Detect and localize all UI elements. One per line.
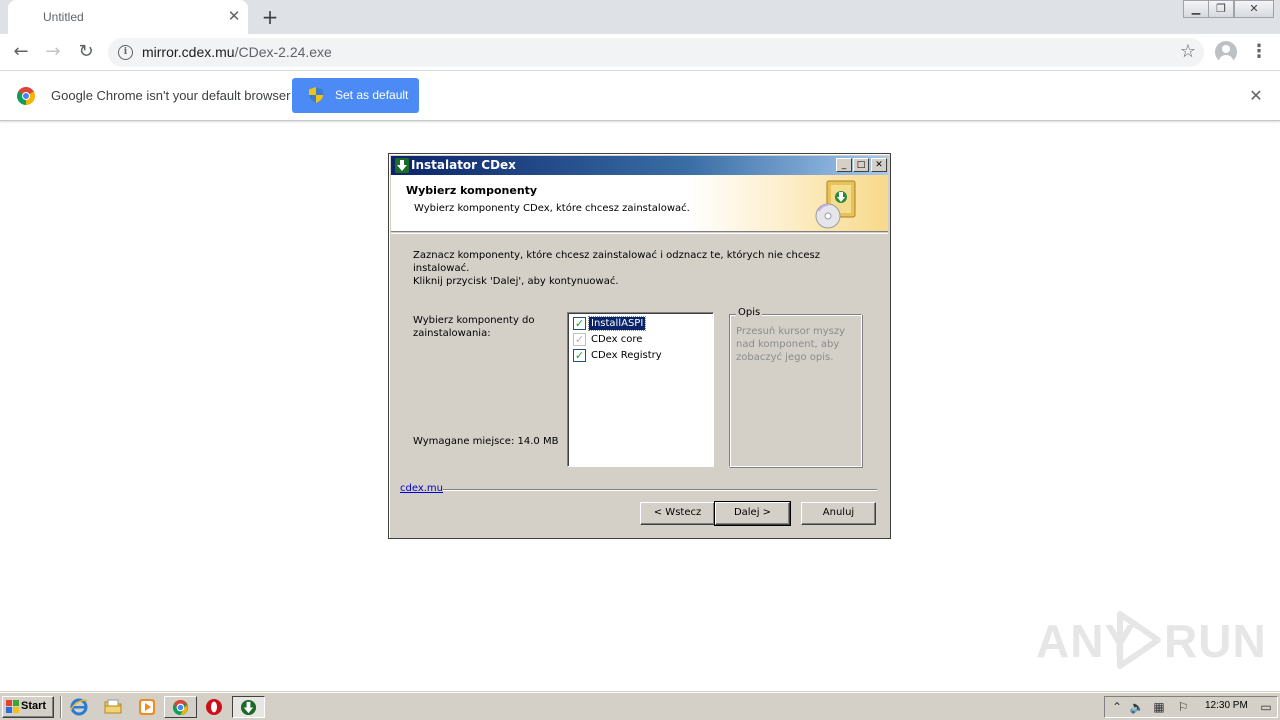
system-tray: ⌃ 🔈 ▦ ⚐ 12:30 PM ▭: [1104, 696, 1278, 718]
set-as-default-button[interactable]: Set as default: [292, 78, 419, 113]
infobar-close-icon[interactable]: ✕: [1246, 86, 1266, 106]
next-button[interactable]: Dalej >: [714, 501, 791, 526]
windows-flag-icon: [6, 700, 19, 713]
internet-explorer-icon[interactable]: [70, 698, 88, 716]
new-tab-icon[interactable]: +: [258, 5, 282, 29]
browser-tab[interactable]: Untitled ✕: [8, 0, 248, 34]
description-text: Przesuń kursor myszy nad komponent, aby …: [736, 326, 846, 363]
installer-dialog: Instalator CDex _ □ ✕ Wybierz komponenty…: [388, 153, 891, 539]
tab-close-icon[interactable]: ✕: [224, 6, 244, 26]
dialog-title: Instalator CDex: [411, 158, 516, 172]
cd-box-icon: [815, 180, 856, 229]
volume-icon[interactable]: 🔈: [1129, 699, 1145, 715]
infobar-message: Google Chrome isn't your default browser: [51, 88, 291, 103]
footer-divider: [443, 489, 877, 491]
taskbar: Start ⌃ 🔈 ▦ ⚐ 12:30 PM ▭: [0, 692, 1280, 720]
cancel-button[interactable]: Anuluj: [801, 502, 876, 525]
reload-icon[interactable]: ↻: [73, 39, 99, 65]
show-desktop-icon[interactable]: ▭: [1258, 699, 1274, 715]
checkbox-cdex-core: ✓: [573, 333, 586, 346]
dialog-header: Wybierz komponenty Wybierz komponenty CD…: [391, 175, 888, 232]
installer-icon: [240, 699, 257, 716]
chrome-icon: [172, 699, 189, 716]
back-arrow-icon[interactable]: ←: [8, 39, 34, 65]
installer-app-icon: [395, 158, 409, 173]
folder-icon[interactable]: [104, 698, 122, 716]
taskbar-clock[interactable]: 12:30 PM: [1205, 700, 1248, 711]
tray-expand-icon[interactable]: ⌃: [1109, 699, 1125, 715]
dialog-minimize-button[interactable]: _: [836, 158, 852, 172]
cdex-website-link[interactable]: cdex.mu: [400, 483, 443, 494]
uac-shield-icon: [309, 87, 323, 103]
description-title: Opis: [736, 307, 763, 318]
chrome-logo-icon: [17, 87, 35, 105]
dialog-maximize-button[interactable]: □: [853, 158, 869, 172]
page-subtitle: Wybierz komponenty CDex, które chcesz za…: [414, 203, 690, 214]
url-text: mirror.cdex.mu/CDex-2.24.exe: [142, 44, 332, 60]
site-info-icon[interactable]: i: [118, 45, 133, 60]
browser-tabstrip: Untitled ✕ + ▁ ❐ ✕: [0, 0, 1280, 34]
forward-arrow-icon[interactable]: →: [40, 39, 66, 65]
chrome-menu-icon[interactable]: ⋮: [1250, 39, 1268, 65]
back-button[interactable]: < Wstecz: [640, 502, 715, 525]
default-browser-infobar: Google Chrome isn't your default browser…: [0, 71, 1280, 121]
opera-icon[interactable]: [205, 698, 223, 716]
close-window-button[interactable]: ✕: [1234, 0, 1274, 18]
description-groupbox: Opis Przesuń kursor myszy nad komponent,…: [729, 307, 862, 467]
taskbar-installer-button[interactable]: [232, 696, 265, 718]
space-required-label: Wymagane miejsce: 14.0 MB: [413, 436, 559, 447]
minimize-window-button[interactable]: ▁: [1183, 0, 1209, 18]
taskbar-chrome-button[interactable]: [164, 696, 197, 718]
components-label: Wybierz komponenty do zainstalowania:: [413, 315, 535, 339]
dialog-close-button[interactable]: ✕: [871, 158, 887, 172]
address-bar[interactable]: i mirror.cdex.mu/CDex-2.24.exe ☆: [108, 38, 1204, 67]
profile-avatar-icon[interactable]: [1215, 41, 1237, 63]
anyrun-watermark: ANY RUN: [1036, 608, 1266, 672]
browser-toolbar: ← → ↻ i mirror.cdex.mu/CDex-2.24.exe ☆ ⋮: [0, 34, 1280, 71]
media-player-icon[interactable]: [138, 698, 156, 716]
action-center-flag-icon[interactable]: ⚐: [1175, 699, 1191, 715]
checkbox-cdex-registry[interactable]: ✓: [573, 349, 586, 362]
checkbox-installaspi[interactable]: ✓: [573, 317, 586, 330]
play-logo-icon: [1117, 611, 1161, 669]
bookmark-star-icon[interactable]: ☆: [1180, 41, 1196, 62]
instructions-text: Zaznacz komponenty, które chcesz zainsta…: [413, 250, 820, 287]
dialog-titlebar[interactable]: Instalator CDex _ □ ✕: [391, 156, 888, 175]
restore-window-button[interactable]: ❐: [1208, 0, 1234, 18]
tab-title: Untitled: [43, 10, 84, 24]
page-title: Wybierz komponenty: [406, 184, 538, 197]
start-button[interactable]: Start: [2, 696, 54, 718]
network-icon[interactable]: ▦: [1151, 699, 1167, 715]
components-tree[interactable]: ✓ InstallASPI ✓ CDex core ✓ CDex Registr…: [567, 312, 714, 467]
